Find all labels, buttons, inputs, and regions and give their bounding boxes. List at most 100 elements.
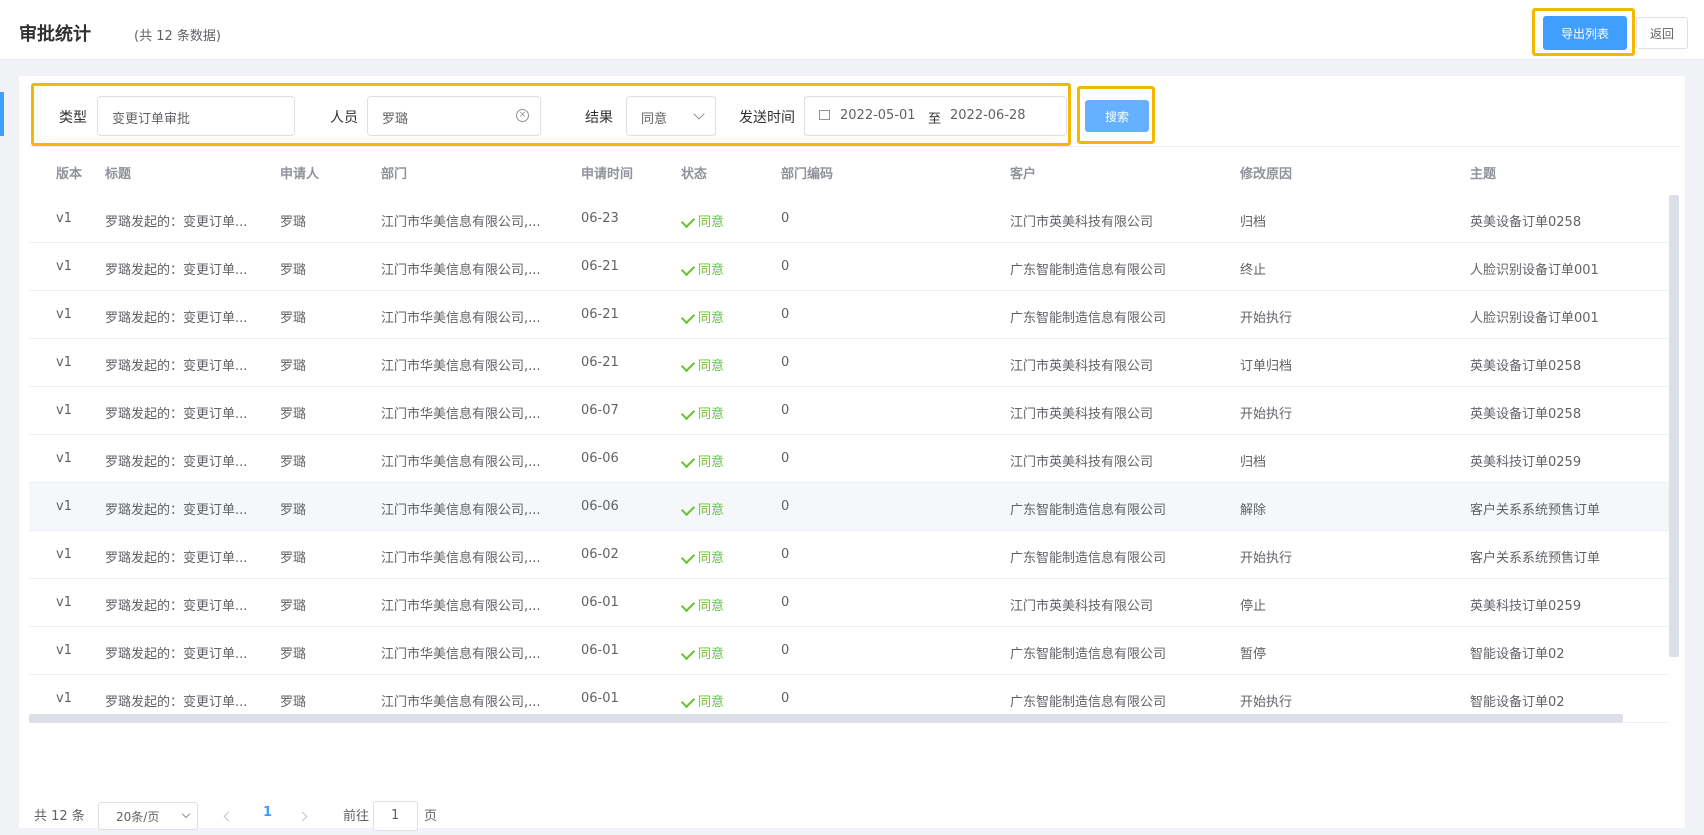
cell-subject: 英美科技订单0259 [1470, 599, 1582, 614]
cell-status: 同意 [680, 259, 725, 278]
cell-change-reason: 解除 [1240, 503, 1267, 518]
cell-status: 同意 [680, 355, 725, 374]
table-row[interactable]: v1 罗璐发起的：变更订单... 罗璐 江门市华美信息有限公司,... 06-02 同意 0… [29, 531, 1669, 579]
cell-status: 同意 [680, 643, 724, 662]
person-input-value: 罗璐 [382, 112, 409, 127]
cell-dept-code: 0 [781, 355, 790, 370]
cell-department: 江门市华美信息有限公司,... [381, 455, 541, 470]
table-row[interactable]: v1 罗璐发起的：变更订单... 罗璐 江门市华美信息有限公司,... 06-07 同意 0… [29, 387, 1669, 435]
top-bar: 审批统计 (共 12 条数据) 导出列表 返回 [0, 0, 1704, 60]
type-input-value: 变更订单审批 [112, 112, 191, 127]
cell-change-reason: 开始执行 [1240, 551, 1293, 566]
vertical-scrollbar[interactable] [1669, 195, 1679, 657]
cell-customer: 江门市英美科技有限公司 [1010, 407, 1154, 422]
export-list-button[interactable]: 导出列表 [1543, 16, 1627, 50]
cell-dept-code: 0 [781, 595, 790, 610]
col-customer[interactable]: 客户 [1010, 163, 1036, 182]
date-separator: 至 [928, 112, 942, 127]
cell-status: 同意 [680, 451, 724, 470]
cell-version: v1 [56, 595, 72, 610]
main-card: 类型 变更订单审批 人员 罗璐 × 结果 同意 发送时间 2022-05-01 … [19, 76, 1685, 831]
cell-title: 罗璐发起的：变更订单... [105, 215, 248, 230]
status-text: 同意 [698, 359, 725, 374]
cell-subject: 英美设备订单0258 [1470, 407, 1582, 422]
cell-title: 罗璐发起的：变更订单... [105, 695, 248, 710]
cell-department: 江门市华美信息有限公司,... [381, 359, 541, 374]
cell-apply-time: 06-21 [581, 259, 619, 274]
chevron-down-icon [693, 108, 705, 120]
check-icon [680, 213, 696, 229]
goto-page-value: 1 [391, 808, 400, 823]
date-range-picker[interactable]: 2022-05-01 至 2022-06-28 [804, 96, 1067, 136]
type-input[interactable]: 变更订单审批 [97, 96, 295, 136]
cell-applicant: 罗璐 [280, 215, 307, 230]
cell-applicant: 罗璐 [280, 647, 307, 662]
col-change-reason[interactable]: 修改原因 [1240, 163, 1292, 182]
status-text: 同意 [698, 551, 725, 566]
cell-apply-time: 06-06 [581, 451, 619, 466]
cell-apply-time: 06-21 [581, 307, 619, 322]
cell-dept-code: 0 [781, 547, 790, 562]
cell-change-reason: 开始执行 [1240, 407, 1293, 422]
col-apply-time[interactable]: 申请时间 [581, 163, 633, 182]
table-row[interactable]: v1 罗璐发起的：变更订单... 罗璐 江门市华美信息有限公司,... 06-01 同意 0… [29, 579, 1669, 627]
cell-status: 同意 [680, 547, 725, 566]
page-title: 审批统计 [19, 24, 91, 45]
cell-subject: 人脸识别设备订单001 [1470, 263, 1599, 278]
calendar-icon [819, 110, 830, 120]
page-size-select[interactable]: 20条/页 [98, 802, 198, 830]
search-button[interactable]: 搜索 [1085, 100, 1149, 132]
goto-page-input[interactable]: 1 [373, 801, 418, 831]
cell-applicant: 罗璐 [280, 359, 307, 374]
cell-dept-code: 0 [781, 307, 790, 322]
table-row[interactable]: v1 罗璐发起的：变更订单... 罗璐 江门市华美信息有限公司,... 06-06 同意 0… [29, 435, 1669, 483]
table-row[interactable]: v1 罗璐发起的：变更订单... 罗璐 江门市华美信息有限公司,... 06-06 同意 0… [29, 483, 1669, 531]
cell-department: 江门市华美信息有限公司,... [381, 551, 541, 566]
cell-customer: 江门市英美科技有限公司 [1010, 215, 1154, 230]
clear-icon[interactable]: × [516, 109, 529, 122]
cell-status: 同意 [680, 691, 724, 710]
horizontal-scrollbar[interactable] [29, 714, 1623, 723]
col-title[interactable]: 标题 [105, 163, 131, 182]
col-version[interactable]: 版本 [56, 163, 82, 182]
back-button[interactable]: 返回 [1636, 17, 1688, 49]
check-icon [680, 405, 696, 421]
status-text: 同意 [698, 407, 725, 422]
check-icon [680, 597, 696, 613]
col-dept-code[interactable]: 部门编码 [781, 163, 833, 182]
cell-customer: 广东智能制造信息有限公司 [1010, 311, 1167, 326]
cell-apply-time: 06-23 [581, 211, 619, 226]
current-page[interactable]: 1 [263, 805, 272, 820]
result-select[interactable]: 同意 [626, 96, 716, 136]
cell-status: 同意 [680, 499, 724, 518]
cell-apply-time: 06-01 [581, 691, 619, 706]
cell-subject: 人脸识别设备订单001 [1470, 311, 1599, 326]
table-row[interactable]: v1 罗璐发起的：变更订单... 罗璐 江门市华美信息有限公司,... 06-21 同意 0… [29, 339, 1669, 387]
next-page-icon[interactable] [297, 811, 308, 822]
type-label: 类型 [59, 110, 87, 126]
cell-applicant: 罗璐 [280, 263, 307, 278]
cell-department: 江门市华美信息有限公司,... [381, 263, 541, 278]
col-applicant[interactable]: 申请人 [280, 163, 319, 182]
cell-apply-time: 06-01 [581, 643, 619, 658]
col-department[interactable]: 部门 [381, 163, 407, 182]
cell-dept-code: 0 [781, 643, 790, 658]
cell-version: v1 [56, 307, 72, 322]
result-label: 结果 [585, 110, 613, 126]
check-icon [680, 501, 696, 517]
cell-status: 同意 [680, 211, 724, 230]
status-text: 同意 [698, 599, 725, 614]
status-text: 同意 [698, 263, 725, 278]
person-input[interactable]: 罗璐 × [367, 96, 541, 136]
col-subject[interactable]: 主题 [1470, 163, 1496, 182]
table-row[interactable]: v1 罗璐发起的：变更订单... 罗璐 江门市华美信息有限公司,... 06-21 同意 0… [29, 291, 1669, 339]
goto-label: 前往 [343, 809, 370, 824]
table-row[interactable]: v1 罗璐发起的：变更订单... 罗璐 江门市华美信息有限公司,... 06-01 同意 0… [29, 627, 1669, 675]
result-select-value: 同意 [641, 112, 668, 127]
table-row[interactable]: v1 罗璐发起的：变更订单... 罗璐 江门市华美信息有限公司,... 06-23 同意 0… [29, 195, 1669, 243]
cell-subject: 英美设备订单0258 [1470, 359, 1582, 374]
table-row[interactable]: v1 罗璐发起的：变更订单... 罗璐 江门市华美信息有限公司,... 06-21 同意 0… [29, 243, 1669, 291]
col-status[interactable]: 状态 [681, 163, 707, 182]
prev-page-icon[interactable] [223, 811, 234, 822]
cell-change-reason: 开始执行 [1240, 695, 1293, 710]
